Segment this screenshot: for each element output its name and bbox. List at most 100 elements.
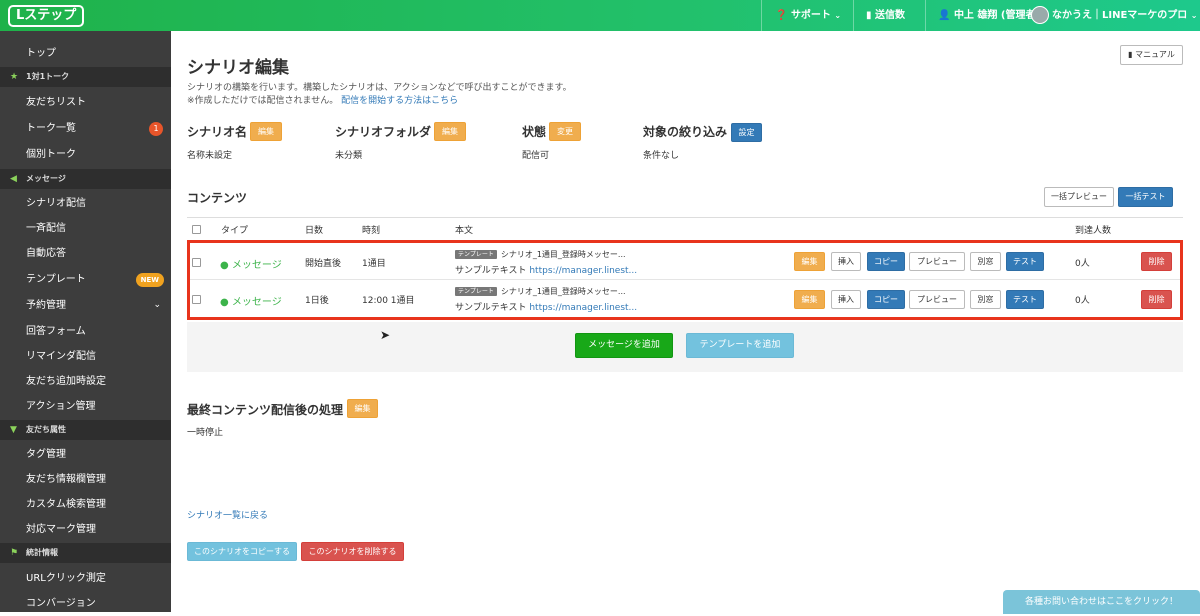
sidebar-item-friends-list[interactable]: 友だちリスト [0,90,171,115]
row-time: 1通目 [362,259,386,269]
edit-button[interactable]: 編集 [794,252,825,271]
sidebar-item-talk-list[interactable]: トーク一覧 1 [0,116,171,141]
edit-name-button[interactable]: 編集 [250,122,282,141]
sidebar-item-url-click[interactable]: URLクリック測定 [0,566,171,591]
app-logo[interactable]: Lステップ [8,5,85,27]
sidebar-item-action[interactable]: アクション管理 [0,394,171,419]
sidebar-section-stats: ⚑ 統計情報 [0,543,171,563]
bulk-preview-button[interactable]: 一括プレビュー [1044,187,1114,207]
sidebar-item-mark-mgmt[interactable]: 対応マーク管理 [0,517,171,542]
new-badge: NEW [135,273,164,287]
new-window-button[interactable]: 別窓 [970,290,1001,309]
top-bar: Lステップ ❓ サポート ⌄ ▮ 送信数 👤 中上 雄翔 (管理者) なかうえ｜… [0,0,1200,31]
sidebar-item-conversion[interactable]: コンバージョン [0,591,171,616]
sidebar-item-friend-info[interactable]: 友だち情報欄管理 [0,467,171,492]
edit-folder-button[interactable]: 編集 [434,122,466,141]
sidebar-item-friend-add[interactable]: 友だち追加時設定 [0,369,171,394]
user-menu[interactable]: 👤 中上 雄翔 (管理者) [938,0,1040,31]
sidebar-item-auto-reply[interactable]: 自動応答 [0,241,171,266]
row-checkbox[interactable] [192,295,201,304]
star-icon: ★ [10,72,19,82]
table-header: タイプ 日数 時刻 本文 到達人数 [187,217,1183,241]
final-processing-value: 一時停止 [187,428,224,438]
contact-button[interactable]: 各種お問い合わせはここをクリック！ [1003,590,1200,614]
select-all-checkbox[interactable] [192,225,201,234]
add-message-button[interactable]: メッセージを追加 [575,333,673,358]
chevron-down-icon: ⌄ [834,11,842,20]
body-link[interactable]: https://manager.linest... [529,266,637,276]
sidebar-item-answer-form[interactable]: 回答フォーム [0,319,171,344]
help-icon: ❓ [775,10,788,21]
chevron-down-icon: ⌄ [153,300,161,310]
bulk-test-button[interactable]: 一括テスト [1118,187,1173,207]
sidebar-item-custom-search[interactable]: カスタム検索管理 [0,492,171,517]
test-button[interactable]: テスト [1006,290,1044,309]
avatar[interactable] [1031,6,1049,24]
edit-button[interactable]: 編集 [794,290,825,309]
megaphone-icon: ◀ [10,174,17,184]
chat-bubble-icon: ● [220,297,229,308]
how-to-start-link[interactable]: 配信を開始する方法はこちら [341,96,458,106]
insert-button[interactable]: 挿入 [831,252,861,271]
filter-icon: ▼ [10,425,17,435]
book-icon: ▮ [1128,50,1133,59]
chevron-down-icon: ⌄ [1190,11,1198,20]
sidebar-item-reminder[interactable]: リマインダ配信 [0,344,171,369]
col-days: 日数 [305,226,324,236]
template-tag: テンプレート [455,287,497,296]
add-template-button[interactable]: テンプレートを追加 [686,333,794,358]
account-switcher[interactable]: なかうえ｜LINEマーケのプロ ⌄ [1052,0,1197,31]
body-link[interactable]: https://manager.linest... [529,303,637,313]
sidebar-item-tag-mgmt[interactable]: タグ管理 [0,442,171,467]
back-to-list-link[interactable]: シナリオ一覧に戻る [187,508,268,521]
message-type: ● メッセージ [220,256,282,271]
row-days: 1日後 [305,296,329,306]
page-title: シナリオ編集 [187,58,289,78]
status-value: 配信可 [522,151,550,161]
row-body-title: テンプレート シナリオ_1通目_登録時メッセー... [455,286,626,297]
row-time: 12:00 1通目 [362,296,415,306]
sidebar-item-individual-talk[interactable]: 個別トーク [0,142,171,167]
copy-button[interactable]: コピー [867,252,905,271]
body-title-text: シナリオ_1通目_登録時メッセー... [500,287,626,296]
sidebar-item-broadcast[interactable]: 一斉配信 [0,216,171,241]
section-label: メッセージ [26,174,66,183]
delete-scenario-button[interactable]: このシナリオを削除する [301,542,404,561]
header-divider [853,0,854,31]
sidebar-item-scenario[interactable]: シナリオ配信 [0,191,171,216]
sidebar-item-reservation[interactable]: 予約管理 ⌄ [0,293,171,318]
row-reach: 0人 [1075,259,1090,269]
user-name: 中上 雄翔 (管理者) [953,10,1041,21]
chat-bubble-icon: ● [220,260,229,271]
scenario-folder-label: シナリオフォルダ [335,125,432,139]
filter-settings-button[interactable]: 設定 [731,123,762,142]
body-title-text: シナリオ_1通目_登録時メッセー... [500,250,626,259]
sidebar-item-top[interactable]: トップ [0,41,171,66]
support-menu[interactable]: ❓ サポート ⌄ [775,0,841,31]
test-button[interactable]: テスト [1006,252,1044,271]
row-checkbox[interactable] [192,258,201,267]
manual-button[interactable]: ▮ マニュアル [1120,45,1183,65]
preview-button[interactable]: プレビュー [909,290,965,309]
delete-button[interactable]: 削除 [1141,252,1172,271]
template-tag: テンプレート [455,250,497,259]
insert-button[interactable]: 挿入 [831,290,861,309]
section-label: 統計情報 [26,548,58,557]
preview-button[interactable]: プレビュー [909,252,965,271]
table-row: ● メッセージ 1日後 12:00 1通目 テンプレート シナリオ_1通目_登録時… [190,281,1180,317]
copy-button[interactable]: コピー [867,290,905,309]
sidebar-item-template[interactable]: テンプレート NEW [0,267,171,292]
send-count-link[interactable]: ▮ 送信数 [866,0,905,31]
message-type: ● メッセージ [220,293,282,308]
change-status-button[interactable]: 変更 [549,122,581,141]
copy-scenario-button[interactable]: このシナリオをコピーする [187,542,297,561]
new-window-button[interactable]: 別窓 [970,252,1001,271]
col-type: タイプ [221,226,249,236]
scenario-name-label: シナリオ名 [187,125,248,139]
contents-title: コンテンツ [187,191,248,205]
header-divider [925,0,926,31]
edit-final-button[interactable]: 編集 [347,399,378,418]
sidebar-item-label: トーク一覧 [26,123,76,134]
status-label: 状態 [522,125,547,139]
delete-button[interactable]: 削除 [1141,290,1172,309]
